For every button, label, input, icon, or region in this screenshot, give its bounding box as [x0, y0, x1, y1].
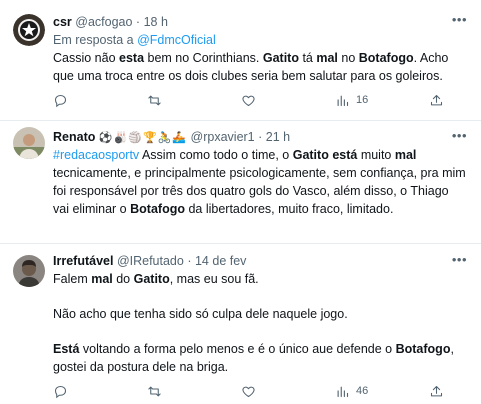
like-button[interactable] — [241, 383, 256, 399]
name-emojis: ⚽🎳🏐🏆🚴🚣 — [98, 132, 188, 144]
more-options-button[interactable]: ••• — [452, 11, 467, 29]
tweet-actions: 46 — [53, 383, 471, 399]
highlighted-term: Gatito — [292, 148, 329, 162]
tweet-text: #redacaosportv Assim como todo o time, o… — [53, 146, 467, 218]
highlighted-term: Botafogo — [395, 342, 451, 356]
more-horizontal-icon: ••• — [451, 12, 467, 27]
handle[interactable]: @acfogao — [75, 15, 132, 29]
tweet-paragraph: Não acho que tenha sido só culpa dele na… — [53, 305, 467, 323]
display-name[interactable]: Irrefutável — [53, 254, 113, 268]
tweet-text: Falem mal do Gatito, mas eu sou fã. Não a… — [53, 270, 467, 376]
share-button[interactable] — [429, 383, 444, 399]
views-count: 16 — [356, 94, 369, 106]
more-horizontal-icon: ••• — [451, 252, 467, 267]
retweet-button[interactable] — [147, 92, 162, 108]
highlighted-term: mal — [91, 272, 113, 286]
more-options-button[interactable]: ••• — [452, 127, 467, 145]
highlighted-term: Está — [53, 342, 80, 356]
tweet-actions: 16 — [53, 92, 471, 108]
highlighted-term: está — [332, 148, 358, 162]
handle[interactable]: @IRefutado — [117, 254, 184, 268]
hashtag-link[interactable]: #redacaosportv — [53, 148, 139, 162]
avatar[interactable] — [13, 14, 45, 46]
reply-context: Em resposta a @FdmcOficial — [53, 33, 216, 47]
highlighted-term: Botafogo — [130, 202, 185, 216]
tweet-1[interactable]: csr @acfogao · 18 h ••• Em resposta a @F… — [0, 0, 481, 120]
text-segment: muito — [357, 148, 395, 162]
retweet-icon — [148, 95, 161, 105]
views-icon — [337, 386, 349, 397]
tweet-text: Cassio não esta bem no Corinthians. Gati… — [53, 49, 467, 85]
heart-icon — [242, 386, 255, 397]
handle[interactable]: @rpxavier1 — [191, 130, 255, 144]
reply-icon — [54, 94, 67, 107]
timestamp[interactable]: 21 h — [266, 130, 290, 144]
more-options-button[interactable]: ••• — [452, 251, 467, 269]
display-name[interactable]: csr — [53, 15, 72, 29]
more-horizontal-icon: ••• — [451, 128, 467, 143]
views-icon — [337, 95, 349, 106]
share-button[interactable] — [429, 92, 444, 108]
retweet-icon — [148, 386, 161, 396]
views-count: 46 — [356, 385, 369, 397]
reply-to-link[interactable]: @FdmcOficial — [137, 33, 216, 47]
text-segment: , mas eu sou fã. — [169, 272, 259, 286]
avatar[interactable] — [13, 255, 45, 287]
avatar[interactable] — [13, 127, 45, 159]
reply-button[interactable] — [53, 92, 68, 108]
reply-icon — [54, 385, 67, 398]
text-segment: do — [112, 272, 134, 286]
text-segment: Falem — [53, 272, 92, 286]
text-segment: Assim como todo o time, o — [139, 148, 293, 162]
highlighted-term: mal — [316, 51, 338, 65]
share-icon — [430, 385, 443, 396]
reply-button[interactable] — [53, 383, 68, 399]
share-icon — [430, 94, 443, 105]
tweet-3[interactable]: Irrefutável @IRefutado · 14 de fev ••• F… — [0, 244, 481, 404]
text-segment: Não acho que tenha sido só culpa dele na… — [53, 307, 348, 321]
text-segment: Cassio não — [53, 51, 120, 65]
timestamp[interactable]: 18 h — [144, 15, 168, 29]
views-button[interactable]: 46 — [335, 383, 368, 399]
highlighted-term: Botafogo — [358, 51, 414, 65]
highlighted-term: mal — [394, 148, 417, 162]
heart-icon — [242, 95, 255, 106]
text-segment: no — [337, 51, 359, 65]
retweet-button[interactable] — [147, 383, 162, 399]
views-button[interactable]: 16 — [335, 92, 368, 108]
timestamp[interactable]: 14 de fev — [195, 254, 246, 268]
tweet-paragraph: Está voltando a forma pelo menos e é o ú… — [53, 340, 467, 376]
like-button[interactable] — [241, 92, 256, 108]
text-segment: da libertadores, muito fraco, limitado. — [184, 202, 394, 216]
text-segment: tá — [298, 51, 317, 65]
tweet-paragraph: Falem mal do Gatito, mas eu sou fã. — [53, 270, 467, 288]
display-name[interactable]: Renato — [53, 130, 95, 144]
text-segment: voltando a forma pelo menos e é o único … — [79, 342, 396, 356]
highlighted-term: Gatito — [133, 272, 170, 286]
tweet-2[interactable]: Renato ⚽🎳🏐🏆🚴🚣 @rpxavier1 · 21 h ••• #red… — [0, 121, 481, 243]
highlighted-term: Gatito — [262, 51, 299, 65]
text-segment: bem no Corinthians. — [144, 51, 263, 65]
highlighted-term: esta — [119, 51, 145, 65]
